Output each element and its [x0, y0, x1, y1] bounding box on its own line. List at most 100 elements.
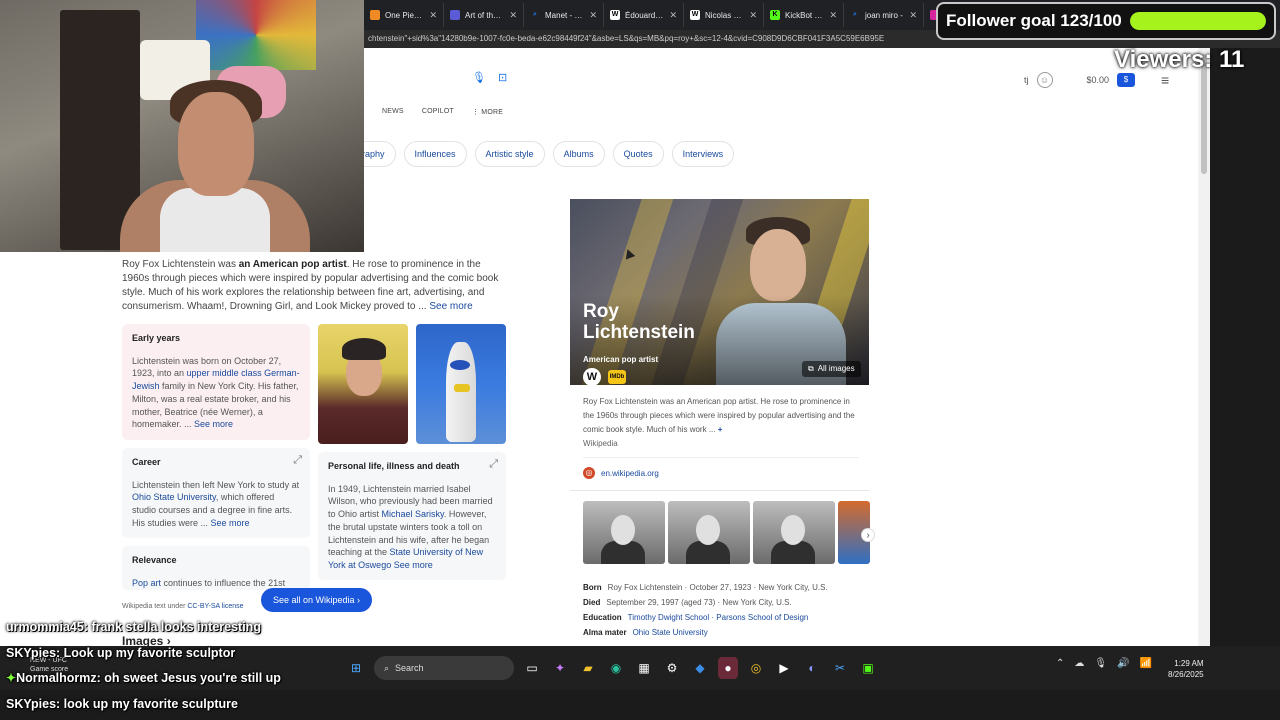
copilot-icon[interactable]: ✦	[550, 657, 570, 679]
taskbar-clock[interactable]: 1:29 AM 8/26/2025	[1168, 658, 1204, 680]
card-career[interactable]: ⤢ Career Lichtenstein then left New York…	[122, 448, 310, 538]
windows-start-icon[interactable]: ⊞	[346, 657, 366, 679]
expand-description-button[interactable]: +	[718, 425, 723, 434]
tab-wikipedia-favicon-icon: W	[690, 10, 700, 20]
avatar-icon[interactable]: ☺	[1036, 72, 1053, 88]
image-thumbnail[interactable]	[583, 501, 665, 564]
portrait-photo[interactable]	[318, 324, 408, 444]
wikipedia-link[interactable]: ◎ en.wikipedia.org	[583, 467, 659, 479]
hamburger-menu-icon[interactable]: ≡	[1161, 72, 1169, 88]
image-thumbnail[interactable]	[668, 501, 750, 564]
image-carousel	[583, 501, 870, 564]
browser-tab[interactable]: ⌕ joan miro - ✕	[844, 3, 924, 27]
store-icon[interactable]: ▦	[634, 657, 654, 679]
rewards-balance[interactable]: $0.00	[1087, 75, 1110, 85]
file-explorer-icon[interactable]: ▰	[578, 657, 598, 679]
microphone-tray-icon[interactable]: 🎙	[1094, 658, 1107, 669]
tab-more[interactable]: ⋮ MORE	[472, 108, 503, 116]
follower-goal-text: Follower goal 123/100	[946, 11, 1122, 30]
tray-chevron-icon[interactable]: ⌃	[1056, 658, 1064, 669]
michael-sarisky-link[interactable]: Michael Sarisky	[382, 509, 444, 519]
media-player-icon[interactable]: ▶	[774, 657, 794, 679]
side-gutter	[1210, 48, 1280, 646]
see-all-wikipedia-button[interactable]: See all on Wikipedia ›	[261, 588, 373, 612]
alma-mater-link[interactable]: Ohio State University	[633, 628, 708, 637]
chat-username: urmommia45:	[6, 620, 88, 634]
discord-icon[interactable]: ◐	[802, 657, 822, 679]
knowledge-panel-description: Roy Fox Lichtenstein was an American pop…	[583, 397, 855, 434]
knowledge-panel-title: Roy Lichtenstein	[583, 301, 695, 343]
chip-biography[interactable]: raphy	[362, 141, 396, 167]
carousel-next-icon[interactable]: ›	[861, 528, 875, 542]
edge-browser-icon[interactable]: ◉	[606, 657, 626, 679]
sculpture-photo[interactable]	[416, 324, 506, 444]
microphone-icon[interactable]: 🎙	[472, 72, 486, 84]
card-relevance[interactable]: Relevance Pop art continues to influence…	[122, 546, 310, 590]
onedrive-icon[interactable]: ☁	[1074, 658, 1084, 669]
page-scrollbar[interactable]	[1198, 48, 1210, 646]
obs-icon[interactable]: ●	[718, 657, 738, 679]
browser-tab[interactable]: K KickBot Das ✕	[764, 3, 844, 27]
expand-icon[interactable]: ⤢	[489, 458, 498, 471]
wikipedia-source-icon[interactable]: W	[583, 368, 601, 386]
volume-icon[interactable]: 🔊	[1117, 658, 1129, 669]
kick-app-icon[interactable]: ▣	[858, 657, 878, 679]
rewards-dollar-icon[interactable]: $	[1117, 73, 1136, 87]
tab-close-icon[interactable]: ✕	[749, 10, 757, 21]
browser-tab[interactable]: W Nicolas Pou ✕	[684, 3, 764, 27]
see-more-link[interactable]: See more	[194, 419, 233, 429]
see-more-link[interactable]: See more	[391, 560, 433, 570]
tab-close-icon[interactable]: ✕	[669, 10, 677, 21]
intro-see-more-link[interactable]: See more	[429, 301, 472, 312]
all-images-button[interactable]: ⧉ All images	[802, 361, 861, 377]
tab-news[interactable]: NEWS	[382, 108, 404, 116]
card-text: Lichtenstein was born on October 27, 192…	[132, 355, 300, 430]
see-more-link[interactable]: See more	[211, 518, 250, 528]
browser-tab[interactable]: One Piece: V✕	[364, 3, 444, 27]
taskbar-search[interactable]: ⌕ Search	[374, 656, 514, 680]
license-link[interactable]: CC-BY-SA license	[187, 603, 243, 610]
vscode-icon[interactable]: ◆	[690, 657, 710, 679]
chat-message: SKYpies: Look up my favorite sculptor	[6, 646, 235, 660]
pop-art-link[interactable]: Pop art	[132, 578, 161, 588]
card-early-years[interactable]: Early years Lichtenstein was born on Oct…	[122, 324, 310, 440]
card-personal-life[interactable]: ⤢ Personal life, illness and death In 19…	[318, 452, 506, 580]
chat-username: SKYpies:	[6, 697, 61, 711]
ohio-state-link[interactable]: Ohio State University	[132, 492, 216, 502]
tab-close-icon[interactable]: ✕	[509, 10, 517, 21]
network-icon[interactable]: 📶	[1140, 658, 1152, 669]
card-title: Early years	[132, 333, 181, 343]
visual-search-icon[interactable]: ⊡	[498, 72, 510, 84]
chip-albums[interactable]: Albums	[552, 141, 605, 167]
education-link[interactable]: Timothy Dwight School · Parsons School o…	[628, 613, 809, 622]
card-title: Relevance	[132, 555, 177, 565]
chat-badge-icon: ✦	[6, 671, 17, 685]
browser-tab[interactable]: ⌕ Manet - Sea ✕	[524, 3, 604, 27]
imdb-source-icon[interactable]: IMDb	[608, 370, 626, 384]
tab-close-icon[interactable]: ✕	[429, 10, 437, 21]
expand-icon[interactable]: ⤢	[293, 454, 302, 467]
chip-quotes[interactable]: Quotes	[612, 141, 664, 167]
user-initials[interactable]: tj	[1024, 75, 1029, 85]
chip-interviews[interactable]: Interviews	[671, 141, 735, 167]
tab-favicon-icon	[370, 10, 380, 20]
follower-goal-bar	[1129, 12, 1266, 30]
follower-goal-widget: Follower goal 123/100	[936, 2, 1276, 40]
task-view-icon[interactable]: ▭	[522, 657, 542, 679]
browser-tab[interactable]: W Édouard Ma ✕	[604, 3, 684, 27]
browser-tab[interactable]: Art of the V ✕	[444, 3, 524, 27]
card-text: In 1949, Lichtenstein married Isabel Wil…	[328, 483, 493, 570]
tab-copilot[interactable]: COPILOT	[422, 108, 454, 116]
chrome-icon[interactable]: ◎	[746, 657, 766, 679]
tab-close-icon[interactable]: ✕	[909, 10, 917, 21]
divider	[583, 457, 859, 458]
tab-close-icon[interactable]: ✕	[829, 10, 837, 21]
snipping-tool-icon[interactable]: ✂	[830, 657, 850, 679]
taskbar-icons: ⊞ ⌕ Search ▭ ✦ ▰ ◉ ▦ ⚙ ◆ ● ◎ ▶ ◐ ✂ ▣	[346, 656, 878, 680]
tab-close-icon[interactable]: ✕	[589, 10, 597, 21]
chip-influences[interactable]: Influences	[403, 141, 467, 167]
settings-gear-icon[interactable]: ⚙	[662, 657, 682, 679]
image-thumbnail[interactable]	[753, 501, 835, 564]
follower-goal-fill	[1129, 12, 1266, 30]
chip-artistic-style[interactable]: Artistic style	[474, 141, 545, 167]
